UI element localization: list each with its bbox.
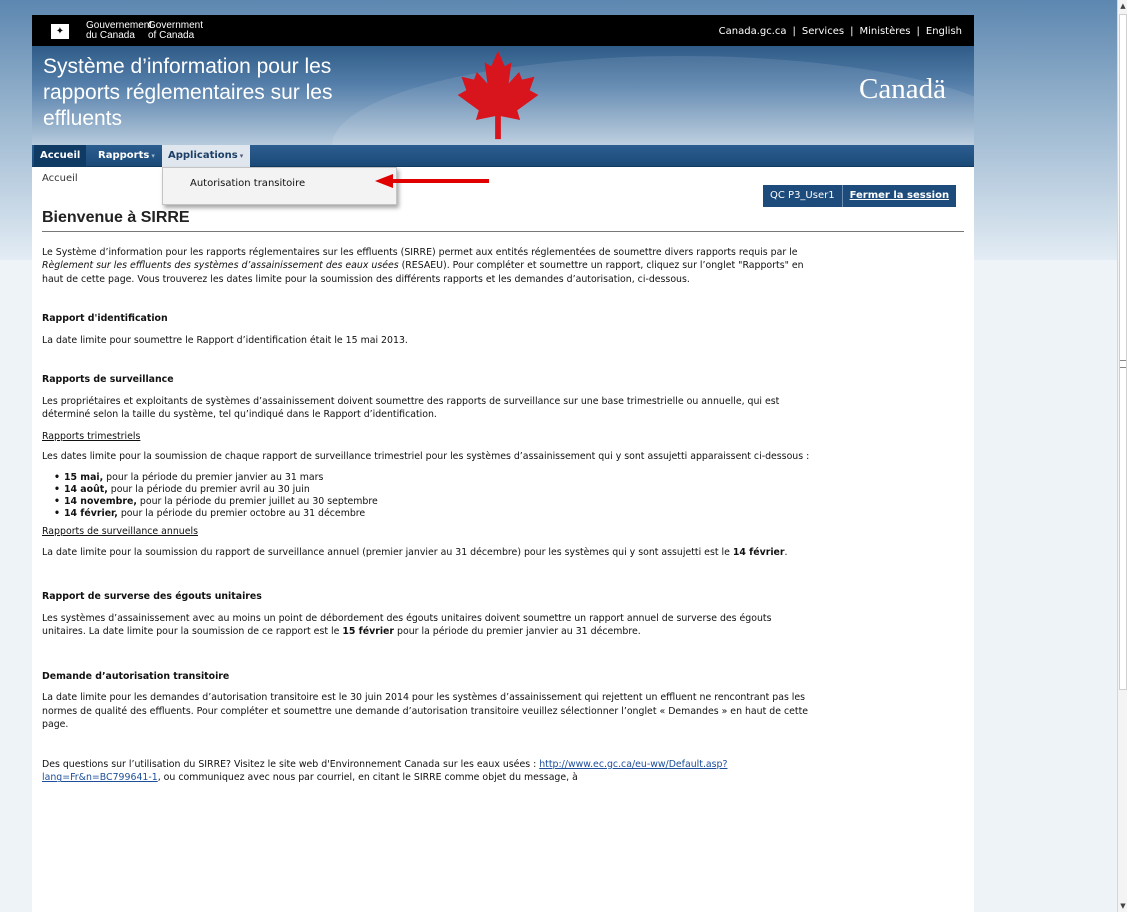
browser-viewport: ✦ Gouvernement du Canada Government of Can… xyxy=(0,0,1127,912)
logout-link[interactable]: Fermer la session xyxy=(843,185,956,207)
section-heading-identification: Rapport d'identification xyxy=(42,313,168,324)
list-item: 14 février, pour la période du premier o… xyxy=(54,508,964,520)
canada-wordmark: Canadä xyxy=(859,73,946,105)
nav-applications[interactable]: Applications ▾ xyxy=(162,145,250,167)
section-heading-autorisation: Demande d’autorisation transitoire xyxy=(42,670,230,682)
red-arrow-annotation xyxy=(375,174,489,188)
government-wordmark-fr: Gouvernement du Canada xyxy=(86,20,153,41)
link-english[interactable]: English xyxy=(926,26,962,37)
link-services[interactable]: Services xyxy=(802,26,844,37)
breadcrumb[interactable]: Accueil xyxy=(42,173,78,184)
list-item: 14 novembre, pour la période du premier … xyxy=(54,496,964,508)
annuels-text: La date limite pour la soumission du rap… xyxy=(42,546,788,558)
autorisation-text: La date limite pour les demandes d’autor… xyxy=(42,692,809,731)
link-canada-gc-ca[interactable]: Canada.gc.ca xyxy=(719,26,787,37)
fip-links: Canada.gc.ca | Services | Ministères | E… xyxy=(718,26,962,37)
menu-item-autorisation-transitoire[interactable]: Autorisation transitoire xyxy=(190,178,305,189)
main-content: Bienvenue à SIRRE Le Système d’informati… xyxy=(42,210,964,785)
federal-identity-bar: ✦ Gouvernement du Canada Government of Can… xyxy=(32,15,974,46)
scroll-down-icon[interactable]: ▼ xyxy=(1118,900,1127,912)
canada-flag-icon: ✦ xyxy=(43,24,77,39)
site-banner: Système d’information pour les rapports … xyxy=(32,46,974,145)
scrollbar-thumb[interactable] xyxy=(1119,14,1127,690)
caret-down-icon: ▾ xyxy=(239,152,244,160)
nav-accueil[interactable]: Accueil xyxy=(34,145,87,167)
session-box: QC P3_User1 Fermer la session xyxy=(763,185,957,207)
government-wordmark-en: Government of Canada xyxy=(148,20,204,41)
surverse-text: Les systèmes d’assainissement avec au mo… xyxy=(42,612,772,638)
subheading-annuels: Rapports de surveillance annuels xyxy=(42,526,199,538)
applications-dropdown: Autorisation transitoire xyxy=(162,167,397,205)
page-container: ✦ Gouvernement du Canada Government of Can… xyxy=(32,15,974,912)
deadline-list: 15 mai, pour la période du premier janvi… xyxy=(54,472,964,521)
session-user: QC P3_User1 xyxy=(763,185,843,207)
identification-text: La date limite pour soumettre le Rapport… xyxy=(42,334,408,346)
page-title: Bienvenue à SIRRE xyxy=(42,210,964,232)
trimestriels-text: Les dates limite pour la soumission de c… xyxy=(42,451,810,462)
intro-paragraph: Le Système d’information pour les rappor… xyxy=(42,246,804,285)
list-item: 14 août, pour la période du premier avri… xyxy=(54,484,964,496)
footer-questions: Des questions sur l’utilisation du SIRRE… xyxy=(42,758,728,784)
nav-rapports[interactable]: Rapports ▾ xyxy=(92,145,161,167)
maple-leaf-icon xyxy=(457,50,539,140)
scroll-up-icon[interactable]: ▲ xyxy=(1118,0,1127,12)
subheading-trimestriels: Rapports trimestriels xyxy=(42,430,141,442)
caret-down-icon: ▾ xyxy=(151,152,155,160)
vertical-scrollbar[interactable]: ▲ ▼ xyxy=(1117,0,1127,912)
section-heading-surverse: Rapport de surverse des égouts unitaires xyxy=(42,591,262,603)
scrollbar-grip-icon xyxy=(1120,360,1126,368)
site-title: Système d’information pour les rapports … xyxy=(43,55,333,130)
section-heading-surveillance: Rapports de surveillance xyxy=(42,374,174,385)
list-item: 15 mai, pour la période du premier janvi… xyxy=(54,472,964,484)
surveillance-text: Les propriétaires et exploitants de syst… xyxy=(42,395,780,421)
link-ministeres[interactable]: Ministères xyxy=(859,26,910,37)
main-nav: Accueil Rapports ▾ Applications ▾ xyxy=(32,145,974,167)
